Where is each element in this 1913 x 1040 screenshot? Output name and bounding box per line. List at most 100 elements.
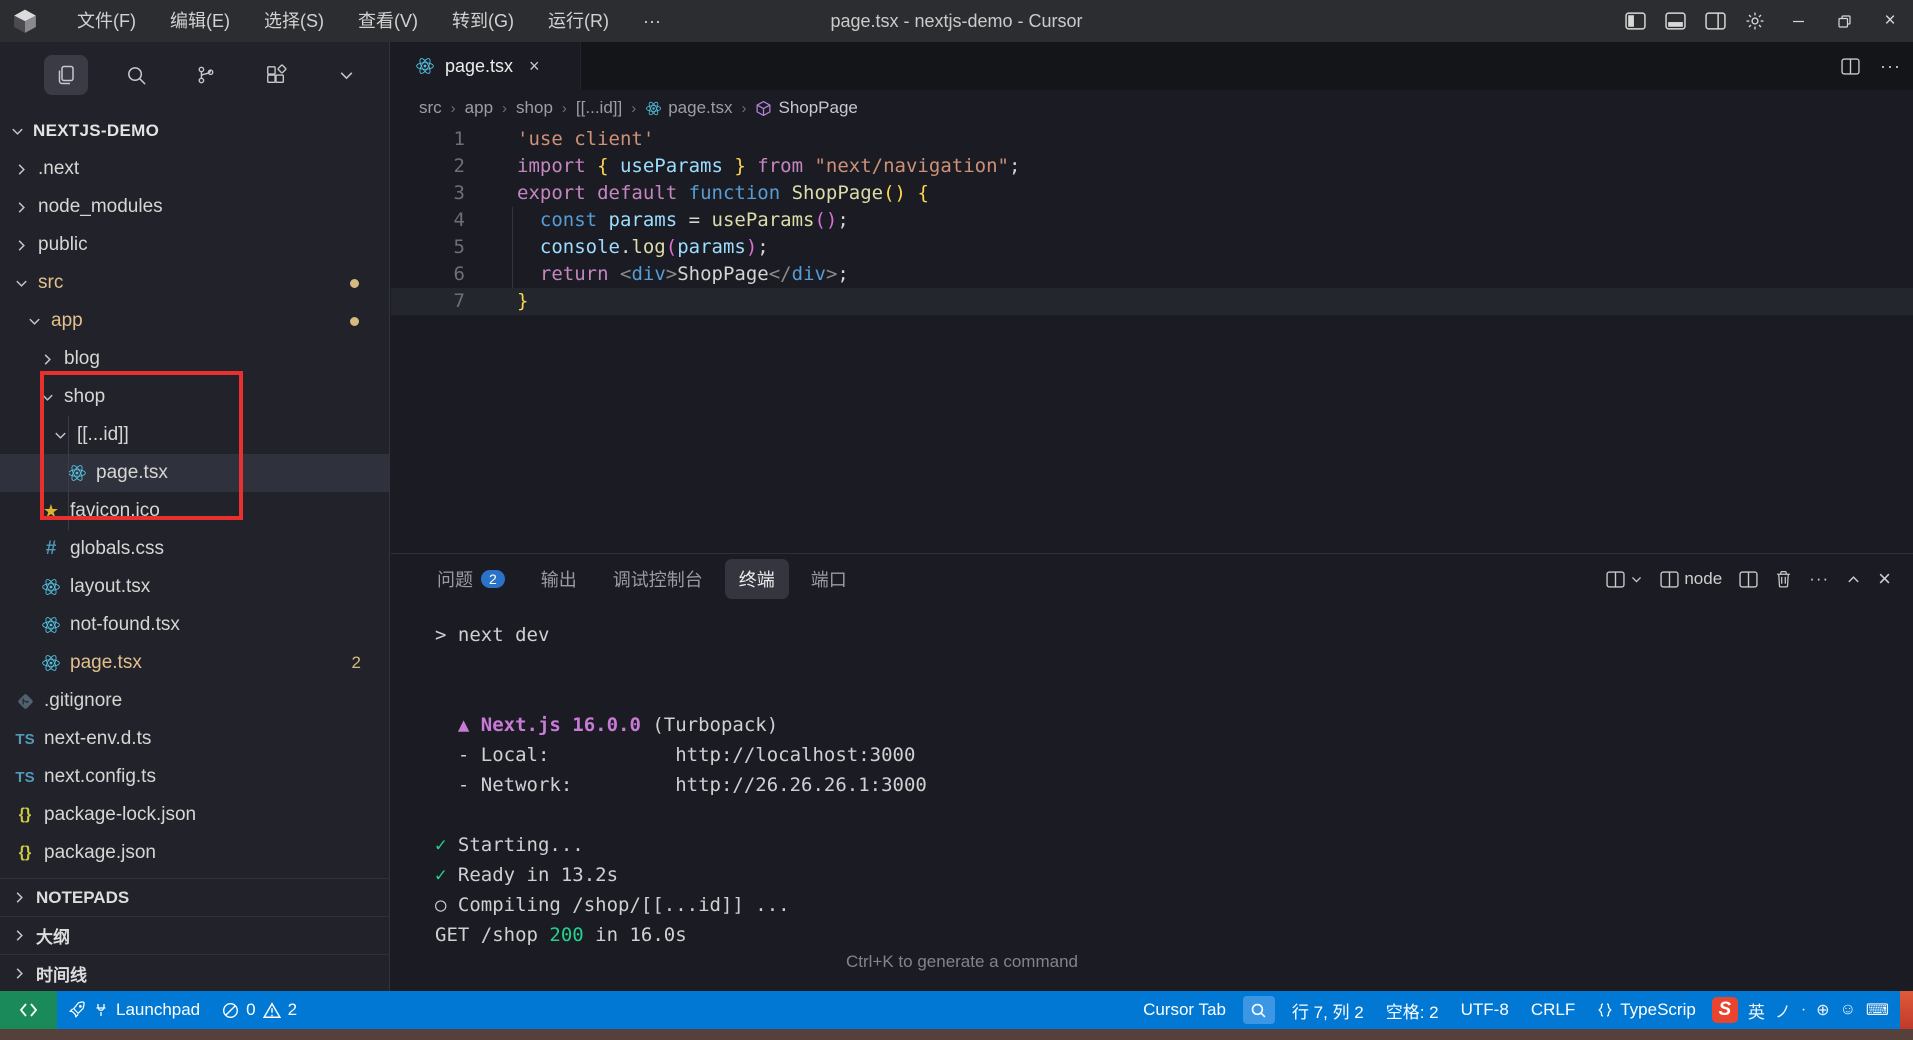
menu-item-6[interactable]: ··· <box>626 0 678 42</box>
code-line-7: 7} <box>391 288 1913 315</box>
tree-folder-node_modules[interactable]: node_modules <box>0 188 389 226</box>
inline-search-button[interactable] <box>1243 996 1275 1024</box>
trash-action[interactable] <box>1775 570 1792 588</box>
tree-file-layout.tsx[interactable]: layout.tsx <box>0 568 389 606</box>
tree-file-package-lock.json[interactable]: {}package-lock.json <box>0 796 389 834</box>
launchpad-button[interactable]: Launchpad <box>57 991 211 1029</box>
breadcrumb-shop[interactable]: shop <box>516 98 553 118</box>
json-braces-icon: {} <box>19 844 31 862</box>
menu-item-2[interactable]: 选择(S) <box>247 0 341 42</box>
minimize-button[interactable] <box>1775 0 1821 42</box>
section-label: 时间线 <box>36 961 87 986</box>
ime-tray-icon-0[interactable]: ノ <box>1770 998 1796 1022</box>
breadcrumb-page.tsx[interactable]: page.tsx <box>645 98 732 118</box>
sogou-ime-icon[interactable]: S <box>1712 997 1738 1023</box>
ime-tray-icon-1[interactable]: · <box>1796 1001 1811 1019</box>
tree-item-label: package-lock.json <box>44 804 196 826</box>
breadcrumb-label: page.tsx <box>668 98 732 118</box>
ime-tray-icon-3[interactable]: ☺ <box>1835 1001 1861 1019</box>
line-text: export default function ShopPage() { <box>517 180 929 207</box>
tab-label: page.tsx <box>445 56 513 77</box>
panel-tab-label: 终端 <box>739 566 775 592</box>
close-button[interactable]: × <box>1867 0 1913 42</box>
pane-node-action[interactable]: node <box>1660 569 1722 589</box>
tree-folder-public[interactable]: public <box>0 226 389 264</box>
language-status[interactable]: TypeScrip <box>1586 991 1707 1029</box>
breadcrumb-ShopPage[interactable]: ShopPage <box>755 98 857 118</box>
close-action[interactable]: × <box>1878 566 1891 592</box>
tree-file-next-env.d.ts[interactable]: TSnext-env.d.ts <box>0 720 389 758</box>
activity-source-control[interactable] <box>184 55 228 95</box>
menu-item-4[interactable]: 转到(G) <box>435 0 531 42</box>
explorer-root-header[interactable]: NEXTJS-DEMO <box>0 112 389 150</box>
line-number: 2 <box>391 153 465 180</box>
menu-item-3[interactable]: 查看(V) <box>341 0 435 42</box>
terminal-output[interactable]: > next dev ▲ Next.js 16.0.0 (Turbopack) … <box>391 604 927 950</box>
activity-files[interactable] <box>44 55 88 95</box>
split-editor-icon[interactable] <box>1841 58 1860 75</box>
tree-file-next.config.ts[interactable]: TSnext.config.ts <box>0 758 389 796</box>
ellipsis-action[interactable]: ··· <box>1809 569 1829 589</box>
eol-status[interactable]: CRLF <box>1520 991 1586 1029</box>
section-时间线[interactable]: 时间线 <box>0 954 389 992</box>
menu-item-0[interactable]: 文件(F) <box>60 0 153 42</box>
tab-page-tsx[interactable]: page.tsx × <box>391 42 581 90</box>
panel-tab-label: 端口 <box>811 566 847 592</box>
layout-panel-icon[interactable] <box>1655 0 1695 42</box>
tree-folder-app[interactable]: app <box>0 302 389 340</box>
cursor-position-status[interactable]: 行 7, 列 2 <box>1281 991 1375 1029</box>
activity-extensions[interactable] <box>254 55 298 95</box>
tree-file-.gitignore[interactable]: .gitignore <box>0 682 389 720</box>
layout-sidebar-left-icon[interactable] <box>1615 0 1655 42</box>
breadcrumb-[[...id]][interactable]: [[...id]] <box>576 98 622 118</box>
section-大纲[interactable]: 大纲 <box>0 916 389 954</box>
tree-file-package.json[interactable]: {}package.json <box>0 834 389 872</box>
restore-button[interactable] <box>1821 0 1867 42</box>
window-title: page.tsx - nextjs-demo - Cursor <box>830 11 1082 32</box>
react-icon <box>415 56 435 76</box>
section-NOTEPADS[interactable]: NOTEPADS <box>0 878 389 916</box>
encoding-status[interactable]: UTF-8 <box>1450 991 1520 1029</box>
react-icon <box>41 615 61 635</box>
pane-action[interactable] <box>1739 571 1758 588</box>
status-bar: Launchpad 0 2 Cursor Tab 行 7, 列 2空格: 2UTF… <box>0 991 1913 1029</box>
code-editor[interactable]: 1'use client'2import { useParams } from … <box>391 126 1913 553</box>
more-actions-icon[interactable]: ··· <box>1880 56 1901 77</box>
tree-file-page.tsx[interactable]: page.tsx2 <box>0 644 389 682</box>
settings-gear-icon[interactable] <box>1735 0 1775 42</box>
activity-chevron-down[interactable] <box>324 55 368 95</box>
menu-item-1[interactable]: 编辑(E) <box>153 0 247 42</box>
breadcrumb-separator: › <box>451 100 456 117</box>
file-icon: TS <box>14 769 36 786</box>
remote-indicator[interactable] <box>0 991 57 1029</box>
ime-tray-icon-2[interactable]: ⊕ <box>1811 1000 1834 1020</box>
panel-tab-端口[interactable]: 端口 <box>797 559 861 599</box>
cube-icon <box>755 100 772 117</box>
split-chevron-action[interactable] <box>1606 571 1643 588</box>
breadcrumb-app[interactable]: app <box>465 98 493 118</box>
breadcrumb-label: ShopPage <box>778 98 857 118</box>
tree-file-not-found.tsx[interactable]: not-found.tsx <box>0 606 389 644</box>
panel-tab-问题[interactable]: 问题2 <box>423 559 519 599</box>
breadcrumb: src›app›shop›[[...id]]›page.tsx›ShopPage <box>391 90 1913 126</box>
tree-folder-.next[interactable]: .next <box>0 150 389 188</box>
terminal-line-1: > next dev <box>435 620 927 650</box>
typescript-icon: TS <box>15 731 34 748</box>
cursor-tab-status[interactable]: Cursor Tab <box>1132 991 1237 1029</box>
ime-lang-indicator[interactable]: 英 <box>1743 998 1770 1023</box>
tree-folder-src[interactable]: src <box>0 264 389 302</box>
tree-file-globals.css[interactable]: #globals.css <box>0 530 389 568</box>
panel-tab-输出[interactable]: 输出 <box>527 559 591 599</box>
problems-status[interactable]: 0 2 <box>211 991 308 1029</box>
menu-item-5[interactable]: 运行(R) <box>531 0 626 42</box>
breadcrumb-separator: › <box>631 100 636 117</box>
ime-tray-icon-4[interactable]: ⌨ <box>1861 1000 1894 1020</box>
activity-search[interactable] <box>114 55 158 95</box>
chevron-up-action[interactable] <box>1846 572 1861 587</box>
panel-tab-调试控制台[interactable]: 调试控制台 <box>599 559 717 599</box>
layout-sidebar-right-icon[interactable] <box>1695 0 1735 42</box>
panel-tab-终端[interactable]: 终端 <box>725 559 789 599</box>
close-icon[interactable]: × <box>529 56 540 77</box>
indentation-status[interactable]: 空格: 2 <box>1375 991 1450 1029</box>
breadcrumb-src[interactable]: src <box>419 98 442 118</box>
